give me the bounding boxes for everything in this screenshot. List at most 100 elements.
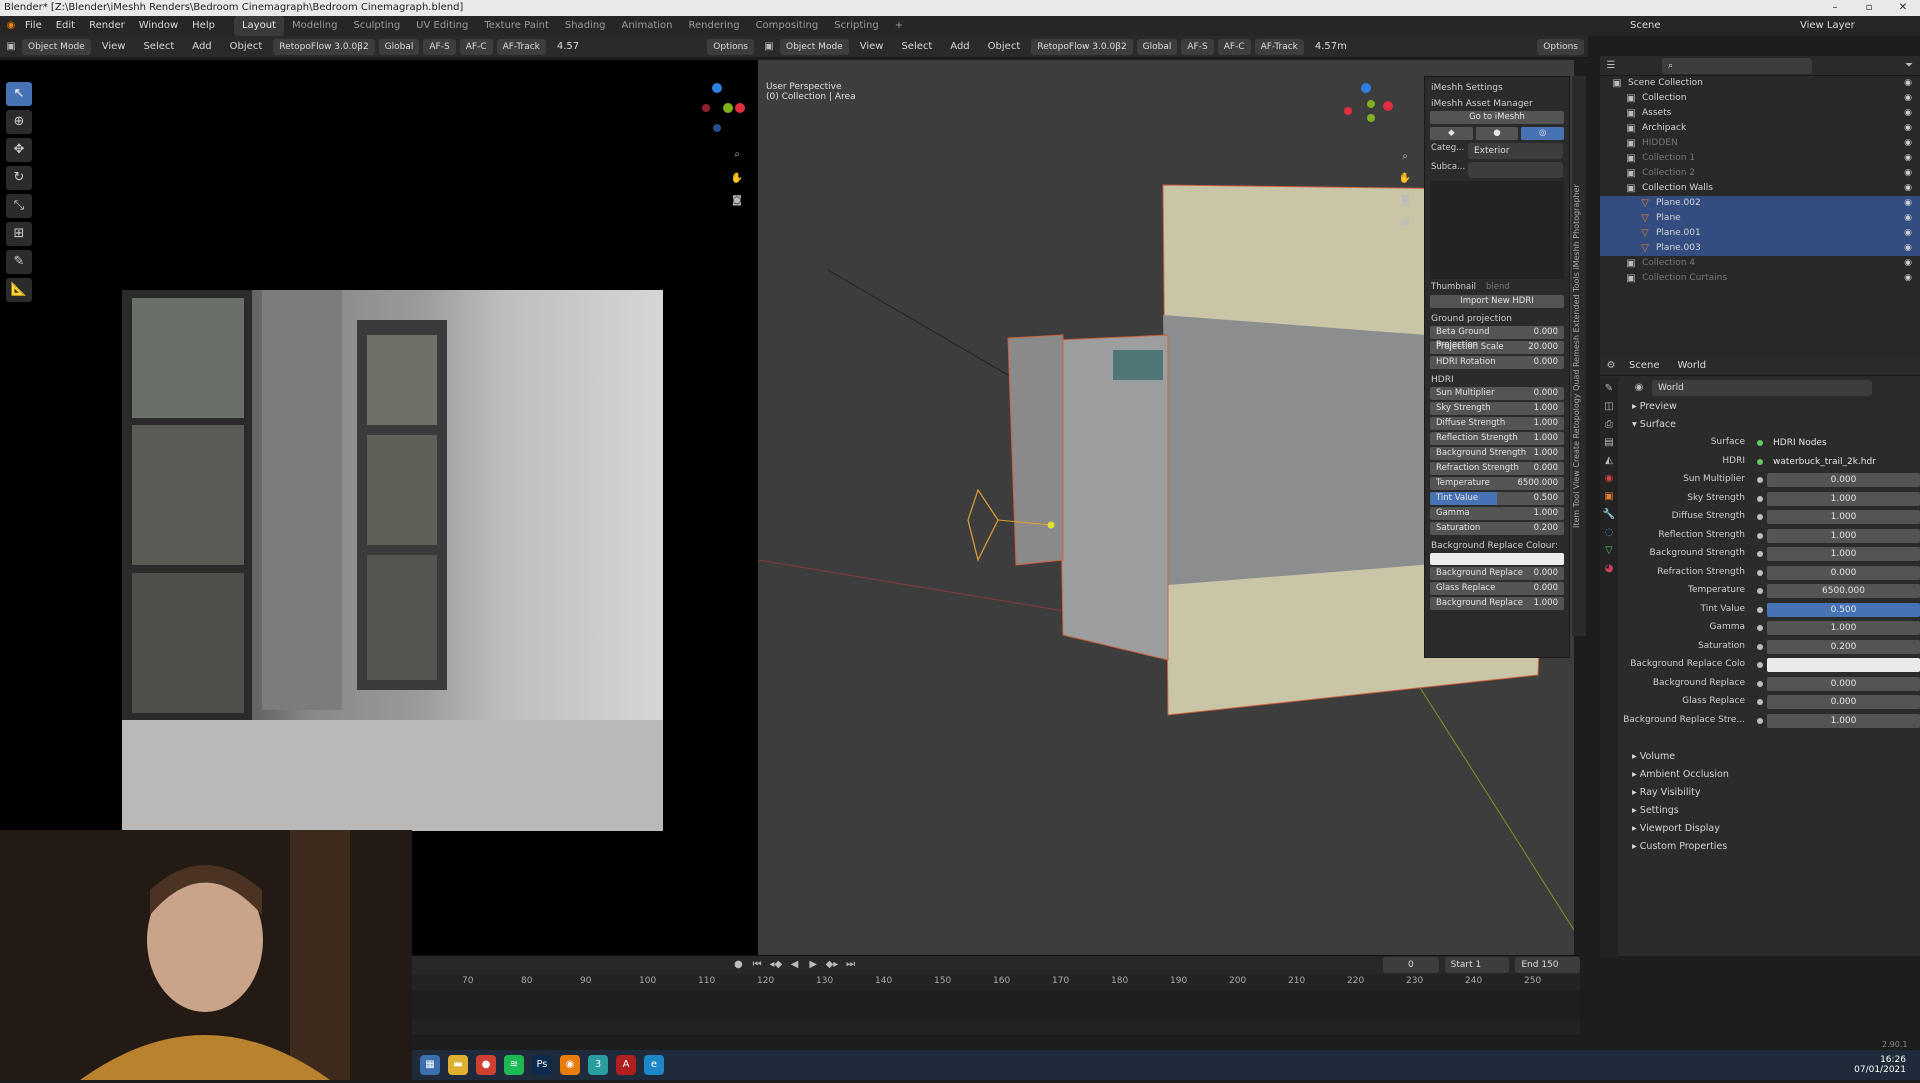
right-add-menu[interactable]: Add: [943, 37, 976, 57]
hdri-row[interactable]: Sun Multiplier 0.000: [1430, 387, 1564, 400]
tint-value-slider[interactable]: Tint Value 0.500: [1430, 492, 1564, 505]
hdri-row[interactable]: Reflection Strength 1.000: [1430, 432, 1564, 445]
material-tab-icon[interactable]: ◕: [1602, 562, 1616, 576]
left-view-menu[interactable]: View: [95, 37, 133, 57]
thumbnail-toggle[interactable]: Thumbnail: [1431, 282, 1476, 292]
maximize-button[interactable]: ▫: [1852, 0, 1886, 16]
explorer-icon[interactable]: ▬: [448, 1055, 468, 1075]
visibility-eye-icon[interactable]: ◉: [1904, 166, 1912, 181]
menu-render[interactable]: Render: [82, 16, 132, 36]
socket-dot-icon[interactable]: [1757, 569, 1763, 576]
output-tab-icon[interactable]: ⎙: [1602, 418, 1616, 432]
socket-dot-icon[interactable]: [1757, 458, 1763, 465]
hdri-row[interactable]: Diffuse Strength 1.000: [1430, 417, 1564, 430]
import-new-hdri-button[interactable]: Import New HDRI: [1430, 295, 1564, 308]
acrobat-icon[interactable]: A: [616, 1055, 636, 1075]
outliner-row[interactable]: ▣ Collection Curtains ◉: [1600, 271, 1920, 286]
add-workspace-button[interactable]: +: [887, 16, 911, 36]
outliner-row[interactable]: ▣ Collection 4 ◉: [1600, 256, 1920, 271]
view-layer-tab-icon[interactable]: ▤: [1602, 436, 1616, 450]
close-button[interactable]: ✕: [1886, 0, 1920, 16]
right-af-track-button[interactable]: AF-Track: [1254, 38, 1304, 55]
collapsed-section-header[interactable]: ▸ Custom Properties: [1622, 838, 1920, 856]
properties-editor-icon[interactable]: ⚙: [1604, 359, 1618, 373]
collapsed-section-header[interactable]: ▸ Viewport Display: [1622, 820, 1920, 838]
cursor-tool-icon[interactable]: ⊕: [6, 110, 32, 134]
socket-dot-icon[interactable]: [1757, 625, 1763, 631]
model-type-icon[interactable]: ◆: [1430, 127, 1473, 140]
outliner-row[interactable]: ▣ Archipack ◉: [1600, 121, 1920, 136]
socket-dot-icon[interactable]: [1757, 551, 1763, 557]
scene-tab-label[interactable]: Scene: [1622, 356, 1667, 376]
transform-tool-icon[interactable]: ⊞: [6, 222, 32, 246]
outliner-editor-icon[interactable]: ☰: [1604, 59, 1618, 73]
visibility-eye-icon[interactable]: ◉: [1904, 91, 1912, 106]
property-value-field[interactable]: 1.000: [1767, 547, 1920, 561]
visibility-eye-icon[interactable]: ◉: [1904, 151, 1912, 166]
workspace-tab-layout[interactable]: Layout: [233, 16, 284, 36]
imeshh-settings-header[interactable]: iMeshh Settings: [1431, 83, 1563, 93]
play-icon[interactable]: ▶: [807, 958, 820, 972]
preview-section-header[interactable]: ▸ Preview: [1622, 398, 1920, 416]
left-transform-orientation[interactable]: Global: [378, 38, 420, 55]
spotify-icon[interactable]: ≋: [504, 1055, 524, 1075]
visibility-eye-icon[interactable]: ◉: [1904, 181, 1912, 196]
outliner-row[interactable]: ▣ Collection 2 ◉: [1600, 166, 1920, 181]
ground-row[interactable]: HDRI Rotation 0.000: [1430, 356, 1564, 369]
start-frame-field[interactable]: Start 1: [1444, 957, 1510, 973]
right-focal-distance[interactable]: 4.57m: [1308, 37, 1354, 57]
left-focal-distance[interactable]: 4.57: [550, 37, 586, 57]
3d-app-icon[interactable]: 3: [588, 1055, 608, 1075]
property-value-field[interactable]: 1.000: [1767, 713, 1920, 728]
data-tab-icon[interactable]: ▽: [1602, 544, 1616, 558]
start-icon[interactable]: ▦: [420, 1055, 440, 1075]
world-name-field[interactable]: World: [1652, 380, 1872, 396]
bg-replace-colour-swatch[interactable]: [1430, 553, 1564, 565]
outliner-row[interactable]: ▣ Collection Walls ◉: [1600, 181, 1920, 196]
visibility-eye-icon[interactable]: ◉: [1904, 271, 1912, 286]
end-frame-field[interactable]: End 150: [1515, 957, 1581, 973]
left-af-c-button[interactable]: AF-C: [459, 38, 493, 55]
replace-row[interactable]: Glass Replace 0.000: [1430, 582, 1564, 595]
render-tab-icon[interactable]: ◫: [1602, 400, 1616, 414]
visibility-eye-icon[interactable]: ◉: [1904, 256, 1912, 271]
outliner-search-input[interactable]: ⌕: [1662, 57, 1812, 74]
socket-dot-icon[interactable]: [1757, 643, 1763, 650]
editor-type-icon-right[interactable]: ▣: [762, 40, 776, 54]
annotate-tool-icon[interactable]: ✎: [6, 250, 32, 274]
current-frame-field[interactable]: 0: [1383, 957, 1439, 973]
outliner-row[interactable]: ▣ HIDDEN ◉: [1600, 136, 1920, 151]
minimize-button[interactable]: –: [1818, 0, 1852, 16]
world-tab-label[interactable]: World: [1671, 356, 1714, 376]
navigation-gizmo[interactable]: [690, 78, 750, 138]
replace-row[interactable]: Background Replace 0.000: [1430, 567, 1564, 580]
property-value-field[interactable]: 0.000: [1767, 473, 1920, 487]
right-select-menu[interactable]: Select: [894, 37, 939, 57]
property-value-field[interactable]: 0.000: [1767, 565, 1920, 580]
collapsed-section-header[interactable]: ▸ Settings: [1622, 802, 1920, 820]
outliner-row[interactable]: ▽ Plane ◉: [1600, 211, 1920, 226]
camera-view-icon[interactable]: ◙: [730, 194, 744, 208]
outliner-row[interactable]: ▽ Plane.002 ◉: [1600, 196, 1920, 211]
workspace-tab-compositing[interactable]: Compositing: [748, 16, 827, 36]
left-mode-dropdown[interactable]: Object Mode: [22, 38, 91, 55]
right-transform-orientation[interactable]: Global: [1136, 38, 1178, 55]
workspace-tab-scripting[interactable]: Scripting: [826, 16, 886, 36]
frame-ruler[interactable]: 70 80 90 100 110 120 130 140 150 160 170 180 190 200 2…: [412, 974, 1580, 990]
ground-row[interactable]: Projection Scale 20.000: [1430, 341, 1564, 354]
collapsed-section-header[interactable]: ▸ Ray Visibility: [1622, 784, 1920, 802]
property-value-field[interactable]: waterbuck_trail_2k.hdr: [1767, 455, 1920, 469]
right-mode-dropdown[interactable]: Object Mode: [780, 38, 849, 55]
play-reverse-icon[interactable]: ◀: [788, 958, 801, 972]
system-clock[interactable]: 16:26 07/01/2021: [1854, 1055, 1906, 1075]
left-af-s-button[interactable]: AF-S: [423, 38, 456, 55]
socket-dot-icon[interactable]: [1757, 514, 1763, 520]
hdri-row[interactable]: Refraction Strength 0.000: [1430, 462, 1564, 475]
property-value-field[interactable]: [1767, 658, 1920, 672]
visibility-eye-icon[interactable]: ◉: [1904, 76, 1912, 91]
visibility-eye-icon[interactable]: ◉: [1904, 241, 1912, 256]
property-value-field[interactable]: HDRI Nodes: [1767, 436, 1920, 450]
right-af-c-button[interactable]: AF-C: [1217, 38, 1251, 55]
menu-file[interactable]: File: [18, 16, 49, 36]
modifier-tab-icon[interactable]: 🔧: [1602, 508, 1616, 522]
